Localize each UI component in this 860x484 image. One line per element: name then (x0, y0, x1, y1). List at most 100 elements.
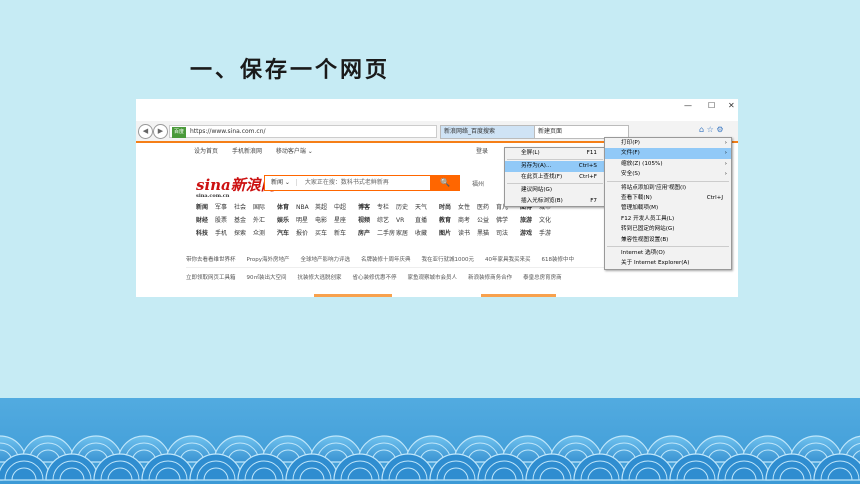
menu-item[interactable]: 关于 Internet Explorer(A) (605, 258, 731, 268)
channel-link[interactable]: 中超 (334, 201, 353, 214)
news-row: 立即领取网页工具箱 90㎡装出大空间 抗装修大逃脱创家 省心装修优惠不停 家鱼观察城市会… (186, 269, 731, 287)
news-link[interactable]: 省心装修优惠不停 (353, 269, 397, 287)
channel-link[interactable]: 体育 (277, 201, 296, 214)
star-icon[interactable]: ☆ (707, 125, 714, 134)
menu-item[interactable]: 建议网站(G) (505, 185, 605, 195)
menu-item[interactable]: 插入光标浏览(B) F7 (505, 196, 605, 206)
menu-item[interactable]: 将站点添加到'应用'视图(I) (605, 183, 731, 193)
nav-home-link[interactable]: 设为首页 (194, 148, 218, 155)
channel-link[interactable]: 视频 (358, 214, 377, 227)
channel-link[interactable]: 读书 (458, 227, 477, 240)
channel-link[interactable]: 收藏 (415, 227, 434, 240)
menu-item[interactable]: 在此页上查找(F) Ctrl+F (505, 172, 605, 182)
channel-link[interactable]: NBA (296, 201, 315, 214)
channel-link[interactable]: 教育 (439, 214, 458, 227)
channel-link[interactable]: 军事 (215, 201, 234, 214)
menu-item[interactable]: 管理加载项(M) (605, 203, 731, 213)
nav-client-link[interactable]: 移动客户端 ⌄ (276, 148, 313, 155)
menu-shortcut: F11 (586, 150, 597, 156)
channel-link[interactable]: 娱乐 (277, 214, 296, 227)
menu-separator (507, 159, 603, 161)
channel-link[interactable]: 黑猫 (477, 227, 496, 240)
channel-link[interactable]: 股票 (215, 214, 234, 227)
channel-link[interactable]: 房产 (358, 227, 377, 240)
maximize-button[interactable]: ☐ (708, 101, 715, 110)
channel-link[interactable]: 新车 (334, 227, 353, 240)
browser-screenshot: — ☐ ✕ ◀ ▶ 百度 https://www.sina.com.cn/ 新浪… (136, 99, 738, 297)
channel-link[interactable]: 报价 (296, 227, 315, 240)
channel-link[interactable]: 英超 (315, 201, 334, 214)
channel-link[interactable]: 文化 (539, 214, 558, 227)
channel-link[interactable]: 汽车 (277, 227, 296, 240)
menu-item[interactable]: 兼容性视图设置(B) (605, 235, 731, 245)
channel-link[interactable]: 明星 (296, 214, 315, 227)
channel-link[interactable]: 星座 (334, 214, 353, 227)
channel-link[interactable]: 国际 (253, 201, 272, 214)
channel-link[interactable]: 手机 (215, 227, 234, 240)
menu-separator (607, 180, 729, 182)
news-link[interactable]: 泰皇总房育房商 (523, 269, 562, 287)
close-button[interactable]: ✕ (728, 101, 735, 110)
channel-link[interactable]: 图片 (439, 227, 458, 240)
news-link[interactable]: 立即领取网页工具箱 (186, 269, 236, 287)
search-scope-select[interactable]: 新闻 ⌄ (265, 179, 297, 186)
channel-link[interactable]: 探索 (234, 227, 253, 240)
news-link[interactable]: 家鱼观察城市会员人 (408, 269, 458, 287)
menu-item[interactable]: 安全(S) › (605, 169, 731, 179)
channel-link[interactable]: 财经 (196, 214, 215, 227)
channel-link[interactable]: 新闻 (196, 201, 215, 214)
channel-link[interactable]: 历史 (396, 201, 415, 214)
channel-link[interactable]: 综艺 (377, 214, 396, 227)
news-link[interactable]: 抗装修大逃脱创家 (298, 269, 342, 287)
channel-link[interactable]: 游戏 (520, 227, 539, 240)
channel-link[interactable]: 专栏 (377, 201, 396, 214)
channel-link[interactable]: 直播 (415, 214, 434, 227)
login-link[interactable]: 登录 (476, 146, 488, 155)
search-input[interactable]: 新闻 ⌄ 大家正在搜：数科书式老鲜新再 (264, 175, 431, 191)
channel-link[interactable]: 家居 (396, 227, 415, 240)
tab-baidu[interactable]: 新浪网络_百度搜索 (440, 125, 537, 139)
channel-link[interactable]: 天气 (415, 201, 434, 214)
minimize-button[interactable]: — (684, 101, 692, 110)
channel-link[interactable]: 科技 (196, 227, 215, 240)
weather-city[interactable]: 福州 (472, 179, 484, 188)
channel-link[interactable]: 佛学 (496, 214, 515, 227)
channel-link[interactable]: 女性 (458, 201, 477, 214)
news-link[interactable]: 90㎡装出大空间 (247, 269, 287, 287)
menu-item[interactable]: F12 开发人员工具(L) (605, 214, 731, 224)
channel-link[interactable]: 基金 (234, 214, 253, 227)
menu-item[interactable]: 打印(P) › (605, 138, 731, 148)
channel-link[interactable]: 司法 (496, 227, 515, 240)
channel-link[interactable]: 外汇 (253, 214, 272, 227)
channel-link[interactable]: VR (396, 214, 415, 227)
channel-link[interactable]: 博客 (358, 201, 377, 214)
channel-link[interactable]: 电影 (315, 214, 334, 227)
search-button[interactable]: 🔍 (430, 175, 460, 191)
menu-item[interactable]: 查看下载(N) Ctrl+J (605, 193, 731, 203)
menu-item[interactable]: 文件(F) › (605, 148, 731, 159)
back-button[interactable]: ◀ (138, 124, 153, 139)
channel-link[interactable]: 医药 (477, 201, 496, 214)
channel-link[interactable]: 众测 (253, 227, 272, 240)
channel-link[interactable]: 二手房 (377, 227, 396, 240)
menu-item[interactable]: Internet 选项(O) (605, 248, 731, 258)
address-bar[interactable]: 百度 https://www.sina.com.cn/ (169, 125, 437, 138)
channel-link[interactable]: 社会 (234, 201, 253, 214)
forward-button[interactable]: ▶ (153, 124, 168, 139)
nav-mobile-link[interactable]: 手机新浪网 (232, 148, 262, 155)
search-provider-badge[interactable]: 百度 (172, 127, 187, 138)
menu-item[interactable]: 全屏(L) F11 (505, 148, 605, 158)
news-link[interactable]: 新浪装修商务合作 (468, 269, 512, 287)
channel-link[interactable]: 公益 (477, 214, 496, 227)
channel-link[interactable]: 买车 (315, 227, 334, 240)
channel-link[interactable]: 手游 (539, 227, 558, 240)
channel-link[interactable]: 旅游 (520, 214, 539, 227)
menu-item[interactable]: 另存为(A)... Ctrl+S (505, 161, 605, 172)
gear-icon[interactable]: ⚙ (716, 125, 723, 134)
channel-link[interactable]: 商考 (458, 214, 477, 227)
menu-item[interactable]: 转到已固定的网站(G) (605, 224, 731, 234)
menu-item[interactable]: 缩放(Z) (105%) › (605, 159, 731, 169)
channel-link[interactable]: 时尚 (439, 201, 458, 214)
home-icon[interactable]: ⌂ (699, 125, 704, 134)
url-text[interactable]: https://www.sina.com.cn/ (190, 128, 266, 135)
